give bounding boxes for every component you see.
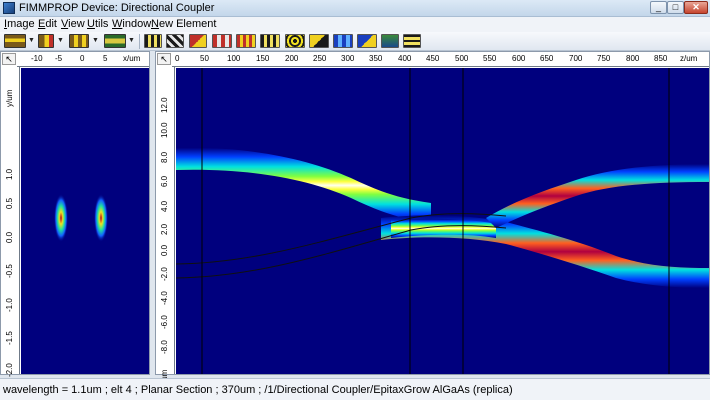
title-bar: FIMMPROP Device: Directional Coupler _ □… — [0, 0, 710, 17]
x-tick-label: 0.0 — [160, 244, 169, 256]
y-axis-unit: y/um — [5, 89, 14, 107]
y-tick-label: 1.0 — [5, 168, 14, 180]
menu-view[interactable]: View — [61, 18, 85, 30]
z-tick-label: 800 — [626, 54, 640, 63]
z-tick-label: 700 — [569, 54, 583, 63]
y-tick-label: 0.5 — [5, 197, 14, 209]
x-axis-ruler-vertical: 12.0 10.0 8.0 6.0 4.0 2.0 0.0 -2.0 -4.0 … — [156, 67, 175, 387]
mode-profile-image — [54, 194, 108, 242]
z-tick-label: 450 — [426, 54, 440, 63]
menu-edit[interactable]: Edit — [38, 18, 57, 30]
z-tick-label: 100 — [227, 54, 241, 63]
z-tick-label: 300 — [341, 54, 355, 63]
layer-icon[interactable] — [403, 34, 421, 48]
x-tick-label: 10.0 — [160, 122, 169, 138]
menu-utils[interactable]: Utils — [87, 18, 108, 30]
status-bar: wavelength = 1.1um ; elt 4 ; Planar Sect… — [0, 378, 710, 400]
array-icon[interactable] — [260, 34, 280, 48]
y-tick-label: -2.0 — [5, 363, 14, 377]
y-tick-label: -1.0 — [5, 298, 14, 312]
x-tick-label: 2.0 — [160, 223, 169, 235]
y-tick-label: -1.5 — [5, 331, 14, 345]
menu-window[interactable]: Window — [112, 18, 151, 30]
z-tick-label: 850 — [654, 54, 668, 63]
waveguide-type-3-icon[interactable] — [69, 34, 89, 48]
z-tick-label: 250 — [313, 54, 327, 63]
x-tick-label: -10 — [31, 54, 43, 63]
z-tick-label: 150 — [256, 54, 270, 63]
section-icon[interactable] — [212, 34, 232, 48]
x-axis-ruler: -10 -5 0 5 x/um — [17, 52, 149, 67]
z-tick-label: 750 — [597, 54, 611, 63]
x-tick-label: -5 — [55, 54, 63, 63]
field-intensity-image — [176, 68, 709, 374]
minimize-button[interactable]: _ — [650, 1, 667, 14]
dropdown-arrow-icon[interactable]: ▼ — [28, 37, 35, 44]
waveguide-type-1-icon[interactable] — [4, 34, 26, 48]
x-tick-label: -8.0 — [160, 340, 169, 354]
y-axis-ruler: y/um 1.0 0.5 0.0 -0.5 -1.0 -1.5 -2.0 — [1, 67, 20, 377]
z-tick-label: 550 — [483, 54, 497, 63]
maximize-button[interactable]: □ — [667, 1, 684, 14]
propagation-panel: ↖ 0 50 100 150 200 250 300 350 400 450 5… — [155, 51, 710, 387]
x-tick-label: -2.0 — [160, 267, 169, 281]
z-tick-label: 600 — [512, 54, 526, 63]
z-tick-label: 350 — [369, 54, 383, 63]
z-tick-label: 0 — [175, 54, 180, 63]
window-title: FIMMPROP Device: Directional Coupler — [19, 2, 215, 14]
pointer-tool-icon[interactable]: ↖ — [2, 53, 16, 65]
z-tick-label: 400 — [398, 54, 412, 63]
mode-spot-left — [54, 194, 68, 242]
upper-output-beam — [486, 164, 709, 228]
menu-image[interactable]: Image — [4, 18, 35, 30]
x-tick-label: 0 — [80, 54, 85, 63]
taper-icon[interactable] — [166, 34, 184, 48]
y-tick-label: 0.0 — [5, 231, 14, 243]
upper-input-beam — [176, 147, 431, 223]
z-tick-label: 650 — [540, 54, 554, 63]
z-tick-label: 200 — [285, 54, 299, 63]
join-icon[interactable] — [144, 34, 162, 48]
status-text: wavelength = 1.1um ; elt 4 ; Planar Sect… — [3, 384, 513, 396]
z-axis-unit: z/um — [680, 54, 698, 63]
x-tick-label: -4.0 — [160, 291, 169, 305]
blue-diagonal-icon[interactable] — [357, 34, 377, 48]
x-tick-label: 4.0 — [160, 200, 169, 212]
close-button[interactable]: ✕ — [684, 1, 708, 14]
x-tick-label: -6.0 — [160, 315, 169, 329]
mode-profile-plot — [21, 68, 149, 374]
blue-array-icon[interactable] — [333, 34, 353, 48]
mode-spot-right — [94, 194, 108, 242]
grating-icon[interactable] — [285, 34, 305, 48]
menu-new-element[interactable]: New Element — [151, 18, 216, 30]
z-tick-label: 500 — [455, 54, 469, 63]
bend-icon[interactable] — [189, 34, 207, 48]
x-tick-label: 5 — [103, 54, 108, 63]
cross-section-panel: ↖ -10 -5 0 5 x/um y/um 1.0 0.5 0.0 -0.5 … — [0, 51, 150, 377]
periodic-icon[interactable] — [236, 34, 256, 48]
propagation-field-plot — [176, 68, 709, 374]
x-axis-unit: x/um — [123, 54, 141, 63]
waveguide-type-4-icon[interactable] — [104, 34, 126, 48]
pointer-tool-icon[interactable]: ↖ — [157, 53, 171, 65]
dropdown-arrow-icon[interactable]: ▼ — [92, 37, 99, 44]
x-tick-label: 6.0 — [160, 175, 169, 187]
x-tick-label: 12.0 — [160, 97, 169, 113]
dropdown-arrow-icon[interactable]: ▼ — [128, 37, 135, 44]
app-icon — [3, 2, 15, 14]
device-icon[interactable] — [381, 34, 399, 48]
waveguide-type-2-icon[interactable] — [38, 34, 54, 48]
toolbar-separator — [139, 34, 140, 49]
x-tick-label: 8.0 — [160, 151, 169, 163]
menu-bar: Image Edit View Utils Window New Element — [0, 17, 710, 32]
y-tick-label: -0.5 — [5, 264, 14, 278]
z-tick-label: 50 — [200, 54, 209, 63]
dropdown-arrow-icon[interactable]: ▼ — [57, 37, 64, 44]
z-axis-ruler: 0 50 100 150 200 250 300 350 400 450 500… — [172, 52, 709, 67]
diagonal-icon[interactable] — [309, 34, 329, 48]
toolbar: ▼ ▼ ▼ ▼ — [0, 32, 710, 51]
